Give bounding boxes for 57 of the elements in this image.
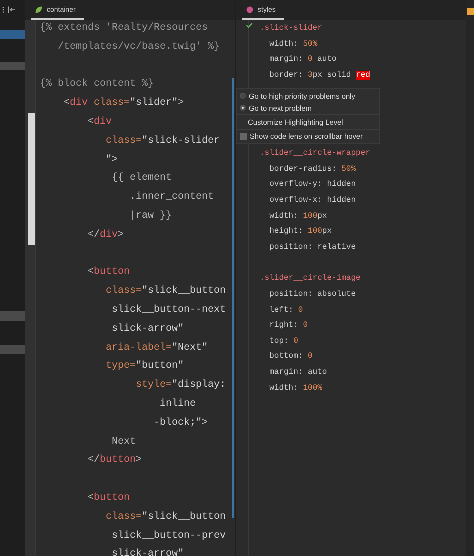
code-line: <button — [87, 492, 130, 504]
code-line: .slick-slider — [260, 24, 322, 33]
code-line: </div> — [87, 230, 124, 241]
code-line: class="slick__button — [105, 286, 226, 298]
code-line: position: relative — [268, 243, 356, 252]
code-line: .inner_content — [129, 192, 214, 204]
file-icon — [467, 8, 474, 15]
code-line: <div class="slider"> — [63, 98, 184, 110]
code-line: slick-arrow" — [111, 324, 184, 335]
code-line: .slider__circle-wrapper — [260, 149, 370, 158]
code-line: type="button" — [105, 361, 184, 372]
code-line: right: 0 — [268, 321, 308, 330]
code-line: slick-arrow" — [111, 549, 184, 556]
radio-button[interactable] — [240, 93, 246, 99]
code-line: .slider__circle-image — [260, 274, 361, 284]
code-line: top: 0 — [268, 336, 298, 346]
code-line: overflow-x: hidden — [268, 196, 356, 206]
code-line: position: absolute — [268, 290, 356, 299]
selected-row — [0, 30, 25, 39]
code-line: </button> — [87, 455, 142, 466]
code-line: class="slick__button — [105, 512, 226, 523]
code-line: width: 100px — [268, 212, 328, 221]
code-line: margin: 0 auto — [268, 55, 337, 64]
radio-button[interactable] — [240, 105, 246, 111]
code-line: left: 0 — [268, 306, 304, 315]
collapse-icon[interactable] — [8, 6, 16, 14]
code-line: /templates/vc/base.twig' %} — [57, 42, 220, 53]
code-line: height: 100px — [268, 227, 332, 236]
code-line: "> — [105, 154, 118, 166]
more-icon[interactable] — [2, 6, 5, 14]
code-line: border-radius: 50% — [268, 164, 356, 174]
code-line: style="display: — [135, 380, 226, 392]
code-line: width: 50% — [268, 40, 318, 49]
code-line: Next — [111, 436, 136, 448]
code-line: border: 3px solid red — [268, 70, 370, 80]
code-line: |raw }} — [129, 210, 172, 222]
code-line: aria-label="Next" — [105, 342, 208, 354]
code-line: slick__button--next — [111, 304, 226, 316]
code-line: slick__button--prev — [111, 530, 226, 542]
code-line: width: 100% — [268, 384, 322, 393]
leaf-icon — [35, 6, 43, 14]
code-line: overflow-y: hidden — [268, 180, 356, 190]
check-icon — [246, 22, 253, 29]
code-line: -block;"> — [153, 418, 208, 429]
list-row — [0, 62, 25, 70]
checkbox[interactable] — [240, 132, 247, 140]
code-line: {{ element — [111, 173, 172, 184]
code-line: {% block content %} — [40, 79, 154, 90]
code-line: margin: auto — [268, 368, 328, 378]
list-row — [0, 345, 25, 354]
list-row — [0, 311, 25, 321]
code-line: <div — [87, 116, 112, 128]
code-line: class="slick-slider — [105, 136, 220, 147]
code-line: <button — [87, 267, 130, 278]
code-line: bottom: 0 — [268, 352, 313, 362]
code-line: inline — [159, 398, 196, 410]
code-line: {% extends 'Realty/Resources — [40, 23, 208, 34]
